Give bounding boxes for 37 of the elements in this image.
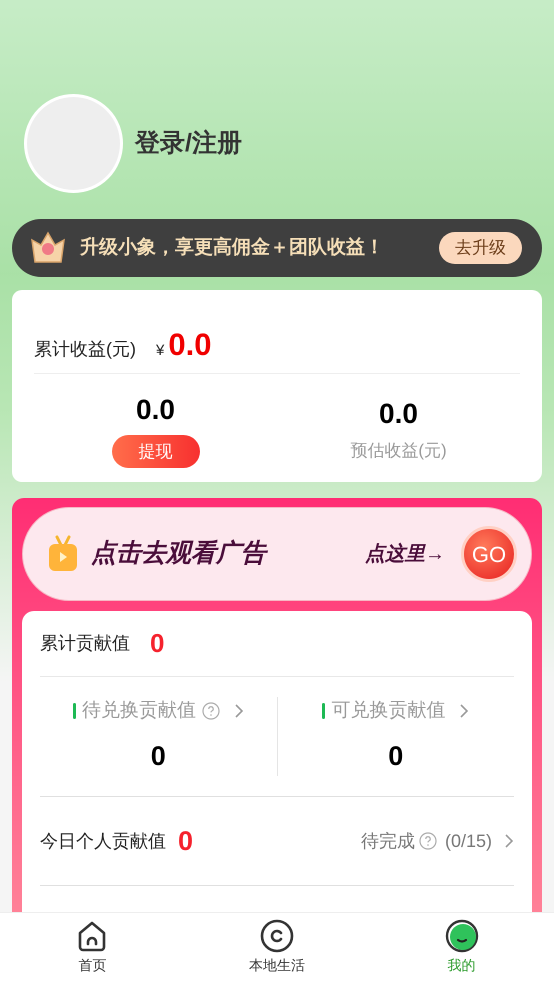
accent-bar	[322, 703, 326, 720]
ad-banner[interactable]: 点击去观看广告 点这里→ GO	[22, 507, 532, 601]
go-button[interactable]: GO	[461, 526, 517, 582]
smile-icon	[444, 919, 479, 953]
contribution-type-value: 0	[388, 740, 404, 772]
tv-icon	[47, 535, 79, 573]
chevron-right-icon	[234, 703, 244, 720]
total-earnings-value: 0.0	[168, 326, 212, 364]
withdraw-button[interactable]: 提现	[112, 435, 200, 468]
tab[interactable]: 我的	[369, 913, 554, 985]
ad-hint: 点这里→	[365, 542, 445, 567]
login-link[interactable]: 登录/注册	[135, 124, 242, 162]
upgrade-text: 升级小象，享更高佣金＋团队收益！	[80, 236, 385, 260]
contribution-type-value: 0	[150, 740, 166, 772]
chevron-right-icon	[504, 833, 514, 849]
upgrade-button[interactable]: 去升级	[439, 232, 522, 264]
contribution-type-label[interactable]: 可兑换贡献值	[331, 697, 446, 726]
help-icon	[418, 832, 437, 850]
estimated-label: 预估收益(元)	[350, 440, 447, 462]
withdrawable-value: 0.0	[136, 394, 175, 426]
tab[interactable]: 本地生活	[184, 913, 370, 985]
swirl-icon	[260, 919, 294, 953]
total-contribution-label: 累计贡献值	[40, 632, 130, 655]
currency-sign: ¥	[156, 341, 164, 361]
help-icon	[202, 702, 220, 720]
today-contribution-value: 0	[178, 824, 194, 858]
total-earnings-label: 累计收益(元)	[34, 338, 136, 361]
accent-bar	[72, 703, 76, 720]
tab[interactable]: 首页	[0, 913, 185, 985]
contribution-type-label[interactable]: 待兑换贡献值	[82, 697, 196, 726]
chevron-right-icon	[459, 703, 470, 720]
total-contribution-value: 0	[150, 627, 164, 660]
ad-title: 点击去观看广告	[91, 538, 266, 570]
today-contribution-label: 今日个人贡献值	[40, 830, 166, 852]
task-status[interactable]: 待完成	[360, 828, 415, 854]
crown-icon	[28, 230, 68, 266]
estimated-value: 0.0	[379, 398, 418, 430]
